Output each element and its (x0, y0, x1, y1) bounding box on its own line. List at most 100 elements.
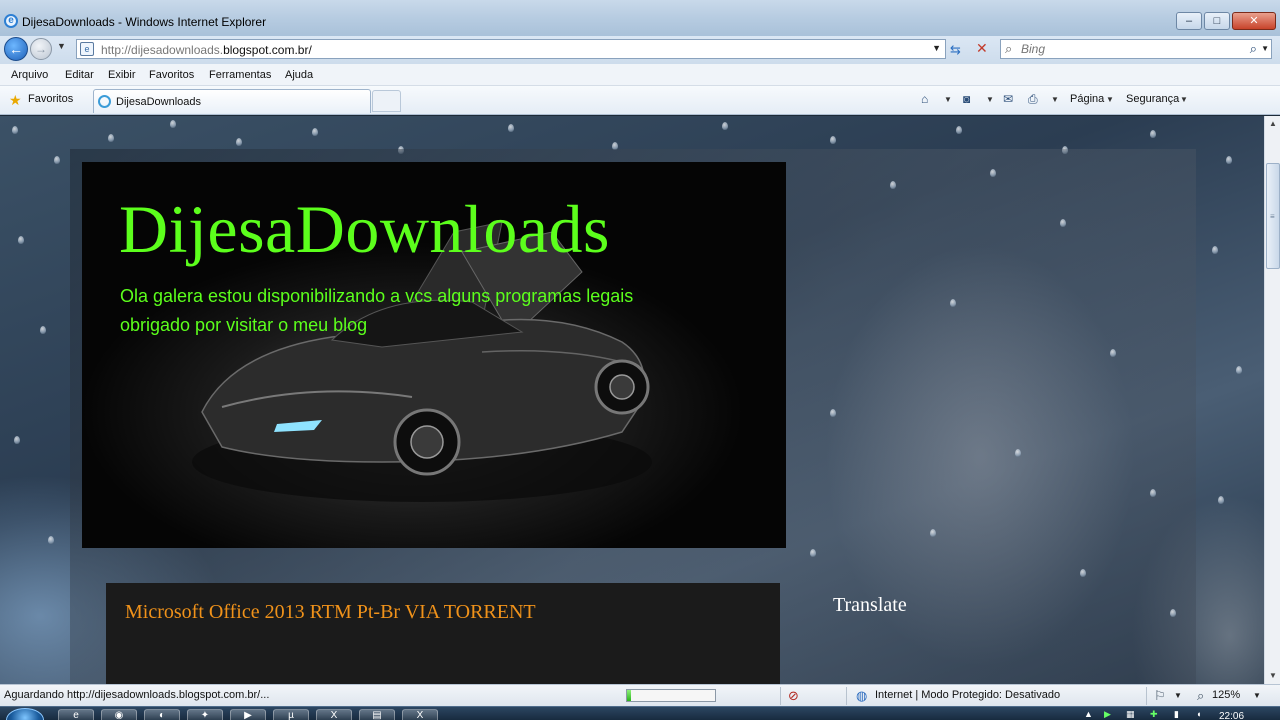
zoom-level[interactable]: 125% (1212, 689, 1240, 701)
tray-arrow-icon[interactable]: ▲ (1084, 709, 1093, 719)
raindrop (1080, 569, 1086, 577)
taskbar-excel-button[interactable]: X (316, 709, 352, 720)
address-url[interactable]: http://dijesadownloads.blogspot.com.br/ (101, 43, 312, 57)
taskbar-folder-button[interactable]: ▤ (359, 709, 395, 720)
tab-dijesadownloads[interactable]: DijesaDownloads (93, 89, 371, 113)
scroll-thumb[interactable]: ≡ (1266, 163, 1280, 269)
safety-menu[interactable]: Segurança (1126, 93, 1179, 105)
refresh-icon[interactable]: ⇆ (950, 42, 961, 58)
raindrop (236, 138, 242, 146)
search-box[interactable]: ⌕ ⌕ ▼ (1000, 39, 1272, 59)
menu-editar[interactable]: Editar (65, 69, 94, 81)
post-title-link[interactable]: Microsoft Office 2013 RTM Pt-Br VIA TORR… (125, 601, 536, 624)
safety-menu-dropdown[interactable]: ▼ (1180, 95, 1188, 104)
raindrop (14, 436, 20, 444)
search-icon[interactable]: ⌕ (1250, 41, 1257, 57)
security-status-dropdown[interactable]: ▼ (1174, 691, 1182, 700)
tray-volume-icon[interactable]: ◖ (1196, 709, 1201, 719)
minimize-button[interactable]: ‒ (1176, 12, 1202, 30)
raindrop (990, 169, 996, 177)
zoom-dropdown[interactable]: ▼ (1253, 691, 1261, 700)
raindrop (12, 126, 18, 134)
rss-icon[interactable]: ◙ (963, 92, 970, 106)
rss-dropdown[interactable]: ▼ (986, 95, 994, 104)
vertical-scrollbar[interactable]: ▲ ≡ ▼ (1264, 116, 1280, 684)
tab-title: DijesaDownloads (116, 96, 201, 108)
raindrop (1150, 130, 1156, 138)
print-dropdown[interactable]: ▼ (1051, 95, 1059, 104)
security-status-icon[interactable]: ⚐ (1154, 688, 1166, 704)
blog-description-line: Ola galera estou disponibilizando a vcs … (120, 286, 634, 306)
scroll-grip-icon: ≡ (1270, 212, 1275, 221)
menu-ajuda[interactable]: Ajuda (285, 69, 313, 81)
search-provider-icon: ⌕ (1005, 41, 1013, 56)
tray-network-icon[interactable]: ▦ (1126, 709, 1135, 720)
scroll-up-arrow-icon[interactable]: ▲ (1265, 116, 1280, 132)
taskbar-excel2-button[interactable]: X (402, 709, 438, 720)
raindrop (1226, 156, 1232, 164)
raindrop (54, 156, 60, 164)
raindrop (1110, 349, 1116, 357)
raindrop (930, 529, 936, 537)
zoom-icon[interactable]: ⌕ (1197, 688, 1204, 704)
raindrop (950, 299, 956, 307)
stop-icon[interactable]: ✕ (976, 40, 988, 57)
back-arrow-icon[interactable]: ← (4, 37, 28, 61)
address-toolbar: ← → ▼ e http://dijesadownloads.blogspot.… (0, 36, 1280, 64)
raindrop (830, 136, 836, 144)
ie-icon: e (4, 14, 18, 28)
home-icon[interactable]: ⌂ (921, 92, 928, 106)
menu-arquivo[interactable]: Arquivo (11, 69, 48, 81)
raindrop (48, 536, 54, 544)
tray-signal-icon[interactable]: ▮ (1174, 709, 1179, 720)
address-dropdown[interactable]: ▼ (932, 43, 941, 53)
menu-ferramentas[interactable]: Ferramentas (209, 69, 271, 81)
security-zone-text[interactable]: Internet | Modo Protegido: Desativado (875, 689, 1060, 701)
window-controls: ‒ □ ✕ (1176, 12, 1276, 30)
taskbar-chrome-button[interactable]: ◉ (101, 709, 137, 720)
new-tab-button[interactable] (372, 90, 401, 112)
taskbar-media-button[interactable]: ▶ (230, 709, 266, 720)
raindrop (170, 120, 176, 128)
loading-icon (98, 95, 111, 108)
search-options-dropdown[interactable]: ▼ (1261, 44, 1269, 53)
protected-mode-icon[interactable]: ⊘ (788, 688, 799, 704)
taskbar-clock[interactable]: 22:06 (1219, 711, 1244, 720)
taskbar-firefox-button[interactable]: ◐ (144, 709, 180, 720)
mail-icon[interactable]: ✉ (1003, 92, 1013, 106)
tray-media-icon[interactable]: ▶ (1104, 709, 1111, 720)
raindrop (1170, 609, 1176, 617)
menu-bar: Arquivo Editar Exibir Favoritos Ferramen… (0, 64, 1280, 86)
taskbar-app-button[interactable]: ✦ (187, 709, 223, 720)
page-menu[interactable]: Página (1070, 93, 1104, 105)
taskbar-utorrent-button[interactable]: µ (273, 709, 309, 720)
menu-exibir[interactable]: Exibir (108, 69, 136, 81)
address-bar[interactable]: e http://dijesadownloads.blogspot.com.br… (76, 39, 946, 59)
status-divider (780, 687, 781, 705)
print-icon[interactable]: ⎙ (1028, 92, 1038, 107)
raindrop (810, 549, 816, 557)
search-input[interactable] (1021, 42, 1241, 56)
windows-start-icon[interactable] (6, 708, 44, 720)
taskbar: e ◉ ◐ ✦ ▶ µ X ▤ X ▲ ▶ ▦ ✚ ▮ ◖ 22:06 (0, 706, 1280, 720)
status-text: Aguardando http://dijesadownloads.blogsp… (4, 689, 270, 701)
window-title: DijesaDownloads - Windows Internet Explo… (22, 15, 267, 29)
raindrop (722, 122, 728, 130)
blog-description-line: obrigado por visitar o meu blog (120, 315, 368, 335)
title-bar: e DijesaDownloads - Windows Internet Exp… (0, 0, 1280, 36)
page-menu-dropdown[interactable]: ▼ (1106, 95, 1114, 104)
taskbar-ie-button[interactable]: e (58, 709, 94, 720)
raindrop (18, 236, 24, 244)
scroll-down-arrow-icon[interactable]: ▼ (1265, 668, 1280, 684)
blog-title[interactable]: DijesaDownloads (119, 190, 610, 269)
forward-arrow-icon[interactable]: → (30, 38, 52, 60)
recent-pages-dropdown[interactable]: ▼ (57, 41, 66, 51)
star-icon[interactable]: ★ (9, 92, 22, 109)
home-dropdown[interactable]: ▼ (944, 95, 952, 104)
tray-security-icon[interactable]: ✚ (1150, 709, 1158, 720)
maximize-button[interactable]: □ (1204, 12, 1230, 30)
menu-favoritos[interactable]: Favoritos (149, 69, 194, 81)
raindrop (508, 124, 514, 132)
favorites-button[interactable]: Favoritos (28, 93, 73, 105)
close-button[interactable]: ✕ (1232, 12, 1276, 30)
